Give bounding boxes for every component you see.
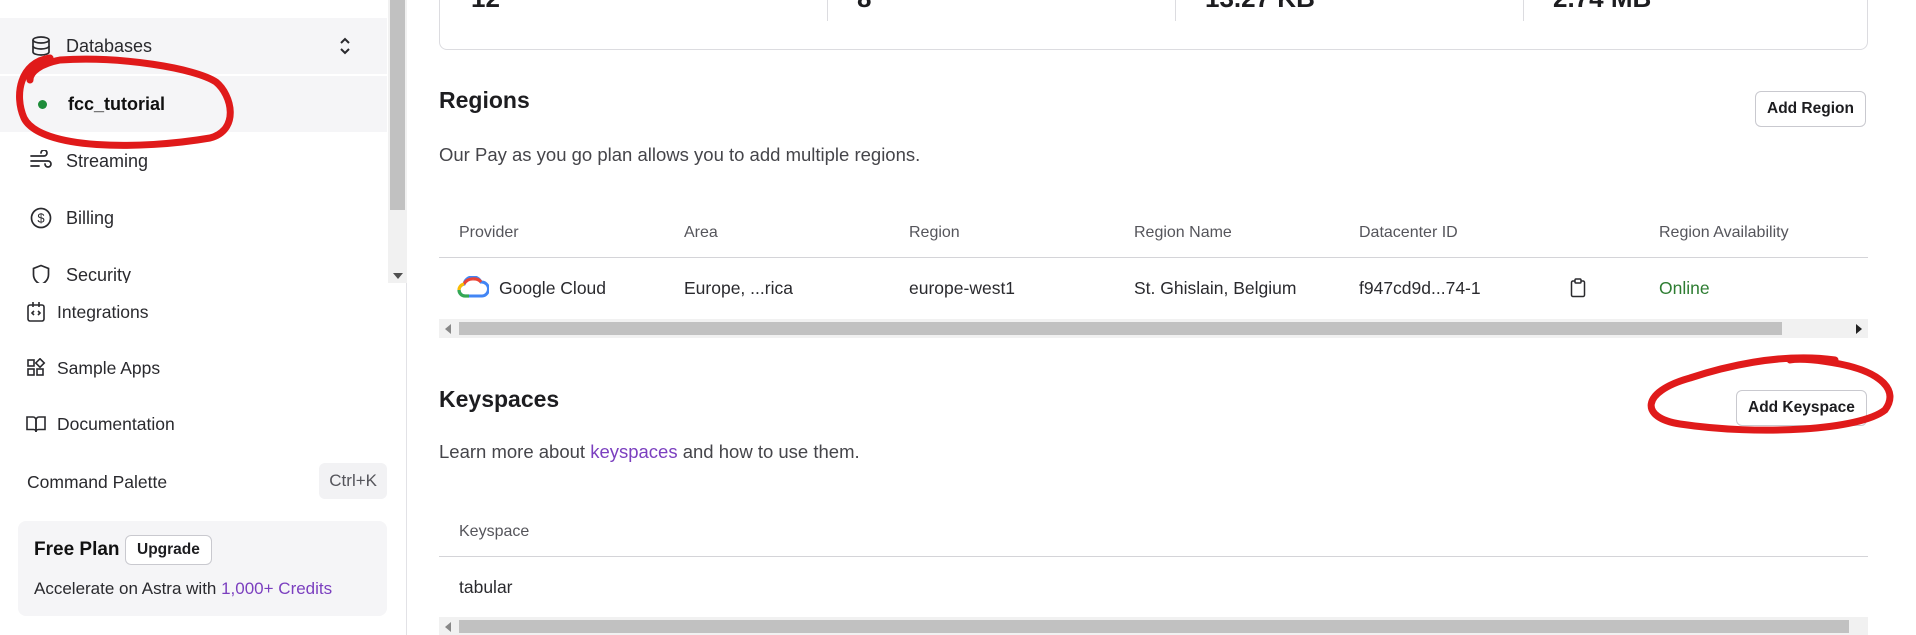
upgrade-button[interactable]: Upgrade: [125, 535, 212, 565]
sidebar-item-active-database[interactable]: fcc_tutorial: [0, 76, 387, 132]
keyspaces-link[interactable]: keyspaces: [590, 441, 677, 462]
book-icon: [24, 412, 48, 436]
add-region-button[interactable]: Add Region: [1755, 91, 1866, 127]
command-palette-label: Command Palette: [27, 471, 168, 492]
regions-table-header: Provider Area Region Region Name Datacen…: [439, 208, 1868, 258]
sidebar-item-streaming[interactable]: Streaming: [0, 133, 387, 189]
scroll-down-arrow-icon[interactable]: [393, 273, 403, 279]
regions-description: Our Pay as you go plan allows you to add…: [439, 144, 921, 165]
column-header: Keyspace: [459, 523, 530, 540]
keyspace-name-cell: tabular: [459, 576, 513, 597]
sidebar-item-integrations[interactable]: Integrations: [0, 287, 387, 337]
sidebar-item-sample-apps[interactable]: Sample Apps: [0, 343, 387, 393]
column-header: Area: [684, 224, 718, 241]
sidebar-scrollbar[interactable]: [388, 0, 407, 283]
table-row[interactable]: tabular: [439, 558, 1868, 616]
scroll-left-arrow-icon[interactable]: [445, 324, 451, 334]
sidebar-item-label: Billing: [66, 207, 115, 228]
plan-card: Free Plan Upgrade Accelerate on Astra wi…: [18, 521, 387, 616]
scrollbar-thumb[interactable]: [390, 0, 405, 210]
table-row: Google Cloud Europe, ...rica europe-west…: [439, 259, 1868, 317]
integrations-icon: [24, 300, 48, 324]
regions-table-scrollbar[interactable]: [439, 319, 1868, 338]
database-name: fcc_tutorial: [68, 93, 166, 114]
sidebar-item-documentation[interactable]: Documentation: [0, 399, 387, 449]
sidebar-item-billing[interactable]: $ Billing: [0, 190, 387, 246]
keyspaces-table-scrollbar[interactable]: [439, 617, 1868, 635]
regions-title: Regions: [439, 87, 530, 113]
plan-title: Free Plan: [34, 539, 120, 560]
keyspaces-description-text: Learn more about: [439, 441, 591, 462]
provider-cell: Google Cloud: [499, 277, 607, 298]
svg-text:$: $: [37, 211, 45, 226]
add-keyspace-button[interactable]: Add Keyspace: [1736, 390, 1867, 426]
availability-status: Online: [1659, 277, 1710, 298]
stat-value: 12: [471, 0, 500, 14]
sidebar-item-label: Databases: [66, 35, 153, 56]
column-header: Datacenter ID: [1359, 224, 1458, 241]
scrollbar-thumb[interactable]: [459, 620, 1849, 633]
scroll-left-arrow-icon[interactable]: [445, 622, 451, 632]
sidebar-item-label: Streaming: [66, 150, 149, 171]
database-stats-card: 12 8 13.27 KB 2.74 MB: [439, 0, 1868, 50]
divider: [827, 0, 828, 21]
area-cell: Europe, ...rica: [684, 277, 793, 298]
google-cloud-icon: [457, 259, 489, 317]
region-name-cell: St. Ghislain, Belgium: [1134, 277, 1297, 298]
scroll-right-arrow-icon[interactable]: [1856, 324, 1862, 334]
sidebar-item-label: Documentation: [57, 413, 175, 434]
sidebar-item-label: Sample Apps: [57, 357, 161, 378]
sidebar-item-label: Security: [66, 264, 132, 284]
sidebar-item-security[interactable]: Security: [0, 247, 387, 283]
divider: [1523, 0, 1524, 21]
scrollbar-thumb[interactable]: [459, 322, 1782, 335]
column-header: Region Availability: [1659, 224, 1789, 241]
column-header: Region Name: [1134, 224, 1232, 241]
divider: [1175, 0, 1176, 21]
datacenter-id-cell: f947cd9d...74-1: [1359, 277, 1481, 298]
grid-apps-icon: [24, 356, 48, 380]
credits-link[interactable]: 1,000+ Credits: [221, 579, 332, 598]
plan-description-text: Accelerate on Astra with: [34, 579, 222, 598]
sidebar: Databases fcc_tutorial Streaming $ Billi…: [0, 0, 407, 635]
status-dot-icon: [38, 99, 47, 109]
keyspaces-table-header: Keyspace: [439, 507, 1868, 557]
sidebar-item-databases[interactable]: Databases: [0, 18, 387, 74]
command-palette-button[interactable]: Command Palette Ctrl+K: [27, 462, 387, 502]
collapse-chevron-icon[interactable]: [337, 36, 353, 61]
streaming-icon: [28, 148, 54, 174]
stat-value: 2.74 MB: [1553, 0, 1651, 14]
sidebar-scroll-area: Databases fcc_tutorial Streaming $ Billi…: [0, 0, 407, 283]
region-cell: europe-west1: [909, 277, 1016, 298]
copy-clipboard-icon[interactable]: [1570, 259, 1586, 317]
main-content: 12 8 13.27 KB 2.74 MB Regions Add Region…: [408, 0, 1916, 635]
keyspaces-title: Keyspaces: [439, 386, 560, 412]
sidebar-item-label: Integrations: [57, 301, 149, 322]
stat-value: 8: [857, 0, 871, 14]
database-icon: [28, 33, 54, 59]
plan-description: Accelerate on Astra with 1,000+ Credits: [34, 579, 332, 599]
column-header: Provider: [459, 224, 519, 241]
column-header: Region: [909, 224, 960, 241]
keyspaces-description-text: and how to use them.: [677, 441, 860, 462]
shield-icon: [28, 262, 54, 283]
keyboard-shortcut-badge: Ctrl+K: [319, 463, 387, 499]
stat-value: 13.27 KB: [1205, 0, 1315, 14]
keyspaces-description: Learn more about keyspaces and how to us…: [439, 441, 860, 463]
dollar-circle-icon: $: [28, 205, 54, 231]
